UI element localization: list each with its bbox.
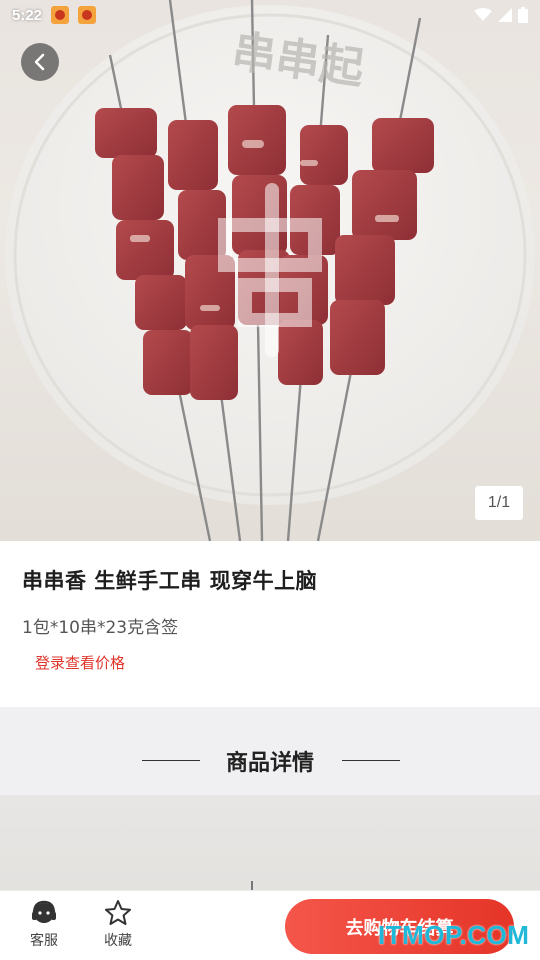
product-spec: 1包*10串*23克含签 — [22, 618, 179, 638]
product-photo: 串串起 — [5, 0, 535, 541]
favorite-label: 收藏 — [104, 933, 132, 949]
status-indicators — [474, 7, 528, 23]
product-image[interactable]: 串串起 — [0, 0, 540, 541]
product-info: 串串香 生鲜手工串 现穿牛上脑 1包*10串*23克含签 登录查看价格 — [0, 541, 540, 707]
status-time: 5:22 — [12, 6, 43, 24]
battery-icon — [518, 7, 528, 23]
login-to-view-price-link[interactable]: 登录查看价格 — [35, 652, 125, 673]
notification-app-icon — [78, 6, 97, 24]
signal-icon — [498, 8, 512, 22]
status-bar: 5:22 — [0, 0, 540, 30]
back-button[interactable] — [21, 43, 59, 81]
wifi-icon — [474, 8, 492, 21]
notification-app-icon — [51, 6, 70, 24]
details-section-header: 商品详情 — [0, 707, 540, 795]
customer-service-label: 客服 — [30, 933, 58, 949]
site-watermark: ITMOP.COM — [378, 920, 530, 950]
skewer-tip — [251, 881, 253, 890]
back-arrow-icon — [34, 53, 45, 71]
details-title: 商品详情 — [225, 751, 314, 776]
customer-service-button[interactable]: 客服 — [16, 899, 72, 955]
divider-right — [342, 760, 400, 761]
favorite-button[interactable]: 收藏 — [90, 899, 146, 955]
image-page-indicator: 1/1 — [475, 486, 523, 520]
detail-image — [0, 795, 540, 890]
product-title: 串串香 生鲜手工串 现穿牛上脑 — [22, 569, 318, 593]
star-icon — [105, 900, 131, 925]
headset-icon — [32, 900, 56, 923]
